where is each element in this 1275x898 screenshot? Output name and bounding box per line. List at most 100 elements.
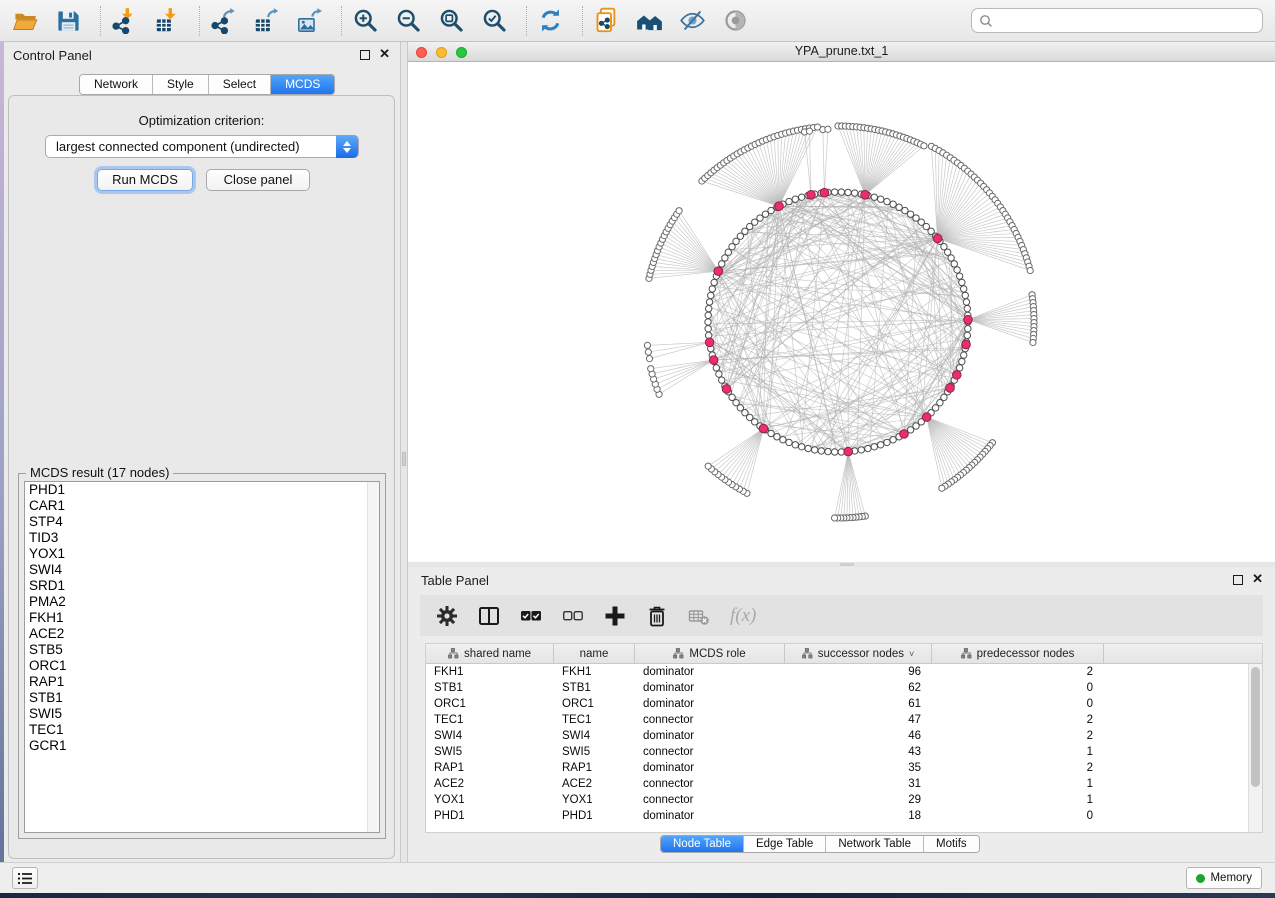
table-row[interactable]: ACE2ACE2connector311 <box>426 776 1262 792</box>
open-session-icon[interactable] <box>12 7 39 34</box>
mcds-result-item[interactable]: PMA2 <box>25 594 379 610</box>
tab-motifs[interactable]: Motifs <box>924 836 979 852</box>
mcds-result-item[interactable]: ACE2 <box>25 626 379 642</box>
window-maximize-icon[interactable] <box>456 47 467 58</box>
table-panel-title: Table Panel <box>421 573 489 588</box>
save-session-icon[interactable] <box>55 7 82 34</box>
tab-select[interactable]: Select <box>209 75 271 94</box>
window-minimize-icon[interactable] <box>436 47 447 58</box>
search-field[interactable] <box>971 8 1263 33</box>
table-cell: 2 <box>932 712 1104 728</box>
table-cell: ACE2 <box>554 776 635 792</box>
table-cell: dominator <box>635 760 785 776</box>
close-panel-button[interactable]: Close panel <box>206 169 310 191</box>
hide-graphics-details-icon[interactable] <box>679 7 706 34</box>
mcds-result-item[interactable]: ORC1 <box>25 658 379 674</box>
tab-network[interactable]: Network <box>80 75 153 94</box>
add-row-icon[interactable] <box>604 605 626 627</box>
refresh-layout-icon[interactable] <box>537 7 564 34</box>
list-icon <box>18 872 33 885</box>
memory-button[interactable]: Memory <box>1186 867 1262 889</box>
mcds-result-item[interactable]: TEC1 <box>25 722 379 738</box>
table-row[interactable]: SWI4SWI4dominator462 <box>426 728 1262 744</box>
mcds-result-item[interactable]: SWI4 <box>25 562 379 578</box>
select-all-icon[interactable] <box>520 605 542 627</box>
zoom-selected-icon[interactable] <box>481 7 508 34</box>
network-canvas[interactable] <box>408 62 1275 562</box>
column-header-predecessor-nodes[interactable]: predecessor nodes <box>932 644 1104 663</box>
tab-style[interactable]: Style <box>153 75 209 94</box>
scrollbar-thumb[interactable] <box>1251 667 1260 787</box>
splitter-grip[interactable] <box>840 563 854 566</box>
column-header-successor-nodes[interactable]: successor nodes˅ <box>785 644 932 663</box>
node-table: shared namenameMCDS rolesuccessor nodes˅… <box>425 643 1263 833</box>
import-table-icon[interactable] <box>154 7 181 34</box>
table-scrollbar[interactable] <box>1248 664 1262 832</box>
mcds-result-item[interactable]: PHD1 <box>25 482 379 498</box>
clone-network-icon[interactable] <box>593 7 620 34</box>
table-row[interactable]: ORC1ORC1dominator610 <box>426 696 1262 712</box>
mcds-result-item[interactable]: STB5 <box>25 642 379 658</box>
table-row[interactable]: PHD1PHD1dominator180 <box>426 808 1262 824</box>
table-row[interactable]: YOX1YOX1connector291 <box>426 792 1262 808</box>
control-panel-title: Control Panel <box>13 48 92 63</box>
float-panel-icon[interactable] <box>1233 575 1243 585</box>
mcds-result-item[interactable]: SRD1 <box>25 578 379 594</box>
table-cell: SWI4 <box>554 728 635 744</box>
mcds-result-item[interactable]: SWI5 <box>25 706 379 722</box>
delete-table-icon[interactable] <box>688 605 710 627</box>
table-settings-icon[interactable] <box>436 605 458 627</box>
mcds-result-item[interactable]: TID3 <box>25 530 379 546</box>
mcds-result-item[interactable]: RAP1 <box>25 674 379 690</box>
automation-panel-button[interactable] <box>12 867 38 889</box>
vertical-splitter[interactable] <box>400 42 408 862</box>
export-table-icon[interactable] <box>253 7 280 34</box>
close-panel-icon[interactable]: ✕ <box>379 46 390 62</box>
run-mcds-button[interactable]: Run MCDS <box>97 169 193 191</box>
table-row[interactable]: TEC1TEC1connector472 <box>426 712 1262 728</box>
table-row[interactable]: FKH1FKH1dominator962 <box>426 664 1262 680</box>
zoom-in-icon[interactable] <box>352 7 379 34</box>
tab-mcds[interactable]: MCDS <box>271 75 334 94</box>
table-cell: dominator <box>635 728 785 744</box>
network-graph[interactable] <box>408 62 1275 562</box>
mcds-result-item[interactable]: YOX1 <box>25 546 379 562</box>
export-image-icon[interactable] <box>296 7 323 34</box>
import-network-icon[interactable] <box>111 7 138 34</box>
show-columns-icon[interactable] <box>478 605 500 627</box>
result-list-scrollbar[interactable] <box>367 482 379 832</box>
network-window-titlebar[interactable]: YPA_prune.txt_1 <box>408 42 1275 62</box>
window-close-icon[interactable] <box>416 47 427 58</box>
table-cell: 31 <box>785 776 932 792</box>
splitter-grip[interactable] <box>402 452 406 466</box>
float-panel-icon[interactable] <box>360 50 370 60</box>
column-header-name[interactable]: name <box>554 644 635 663</box>
table-cell: PHD1 <box>426 808 554 824</box>
search-input[interactable] <box>993 11 1262 31</box>
mcds-result-item[interactable]: FKH1 <box>25 610 379 626</box>
mcds-result-list[interactable]: PHD1CAR1STP4TID3YOX1SWI4SRD1PMA2FKH1ACE2… <box>24 481 380 833</box>
home-icon[interactable] <box>636 7 663 34</box>
table-row[interactable]: STB1STB1dominator620 <box>426 680 1262 696</box>
mcds-result-item[interactable]: CAR1 <box>25 498 379 514</box>
delete-row-icon[interactable] <box>646 605 668 627</box>
table-cell: TEC1 <box>554 712 635 728</box>
column-header-shared-name[interactable]: shared name <box>426 644 554 663</box>
close-panel-icon[interactable]: ✕ <box>1252 571 1263 587</box>
tab-edge-table[interactable]: Edge Table <box>744 836 826 852</box>
deselect-all-icon[interactable] <box>562 605 584 627</box>
tab-network-table[interactable]: Network Table <box>826 836 924 852</box>
tab-node-table[interactable]: Node Table <box>661 836 744 852</box>
optimization-criterion-select[interactable]: largest connected component (undirected) <box>45 135 359 158</box>
zoom-out-icon[interactable] <box>395 7 422 34</box>
mcds-result-item[interactable]: STB1 <box>25 690 379 706</box>
show-graphics-details-icon[interactable] <box>722 7 749 34</box>
table-row[interactable]: SWI5SWI5connector431 <box>426 744 1262 760</box>
export-network-icon[interactable] <box>210 7 237 34</box>
zoom-fit-icon[interactable] <box>438 7 465 34</box>
column-header-MCDS-role[interactable]: MCDS role <box>635 644 785 663</box>
table-header-row: shared namenameMCDS rolesuccessor nodes˅… <box>426 644 1262 664</box>
mcds-result-item[interactable]: STP4 <box>25 514 379 530</box>
table-row[interactable]: RAP1RAP1dominator352 <box>426 760 1262 776</box>
mcds-result-item[interactable]: GCR1 <box>25 738 379 754</box>
